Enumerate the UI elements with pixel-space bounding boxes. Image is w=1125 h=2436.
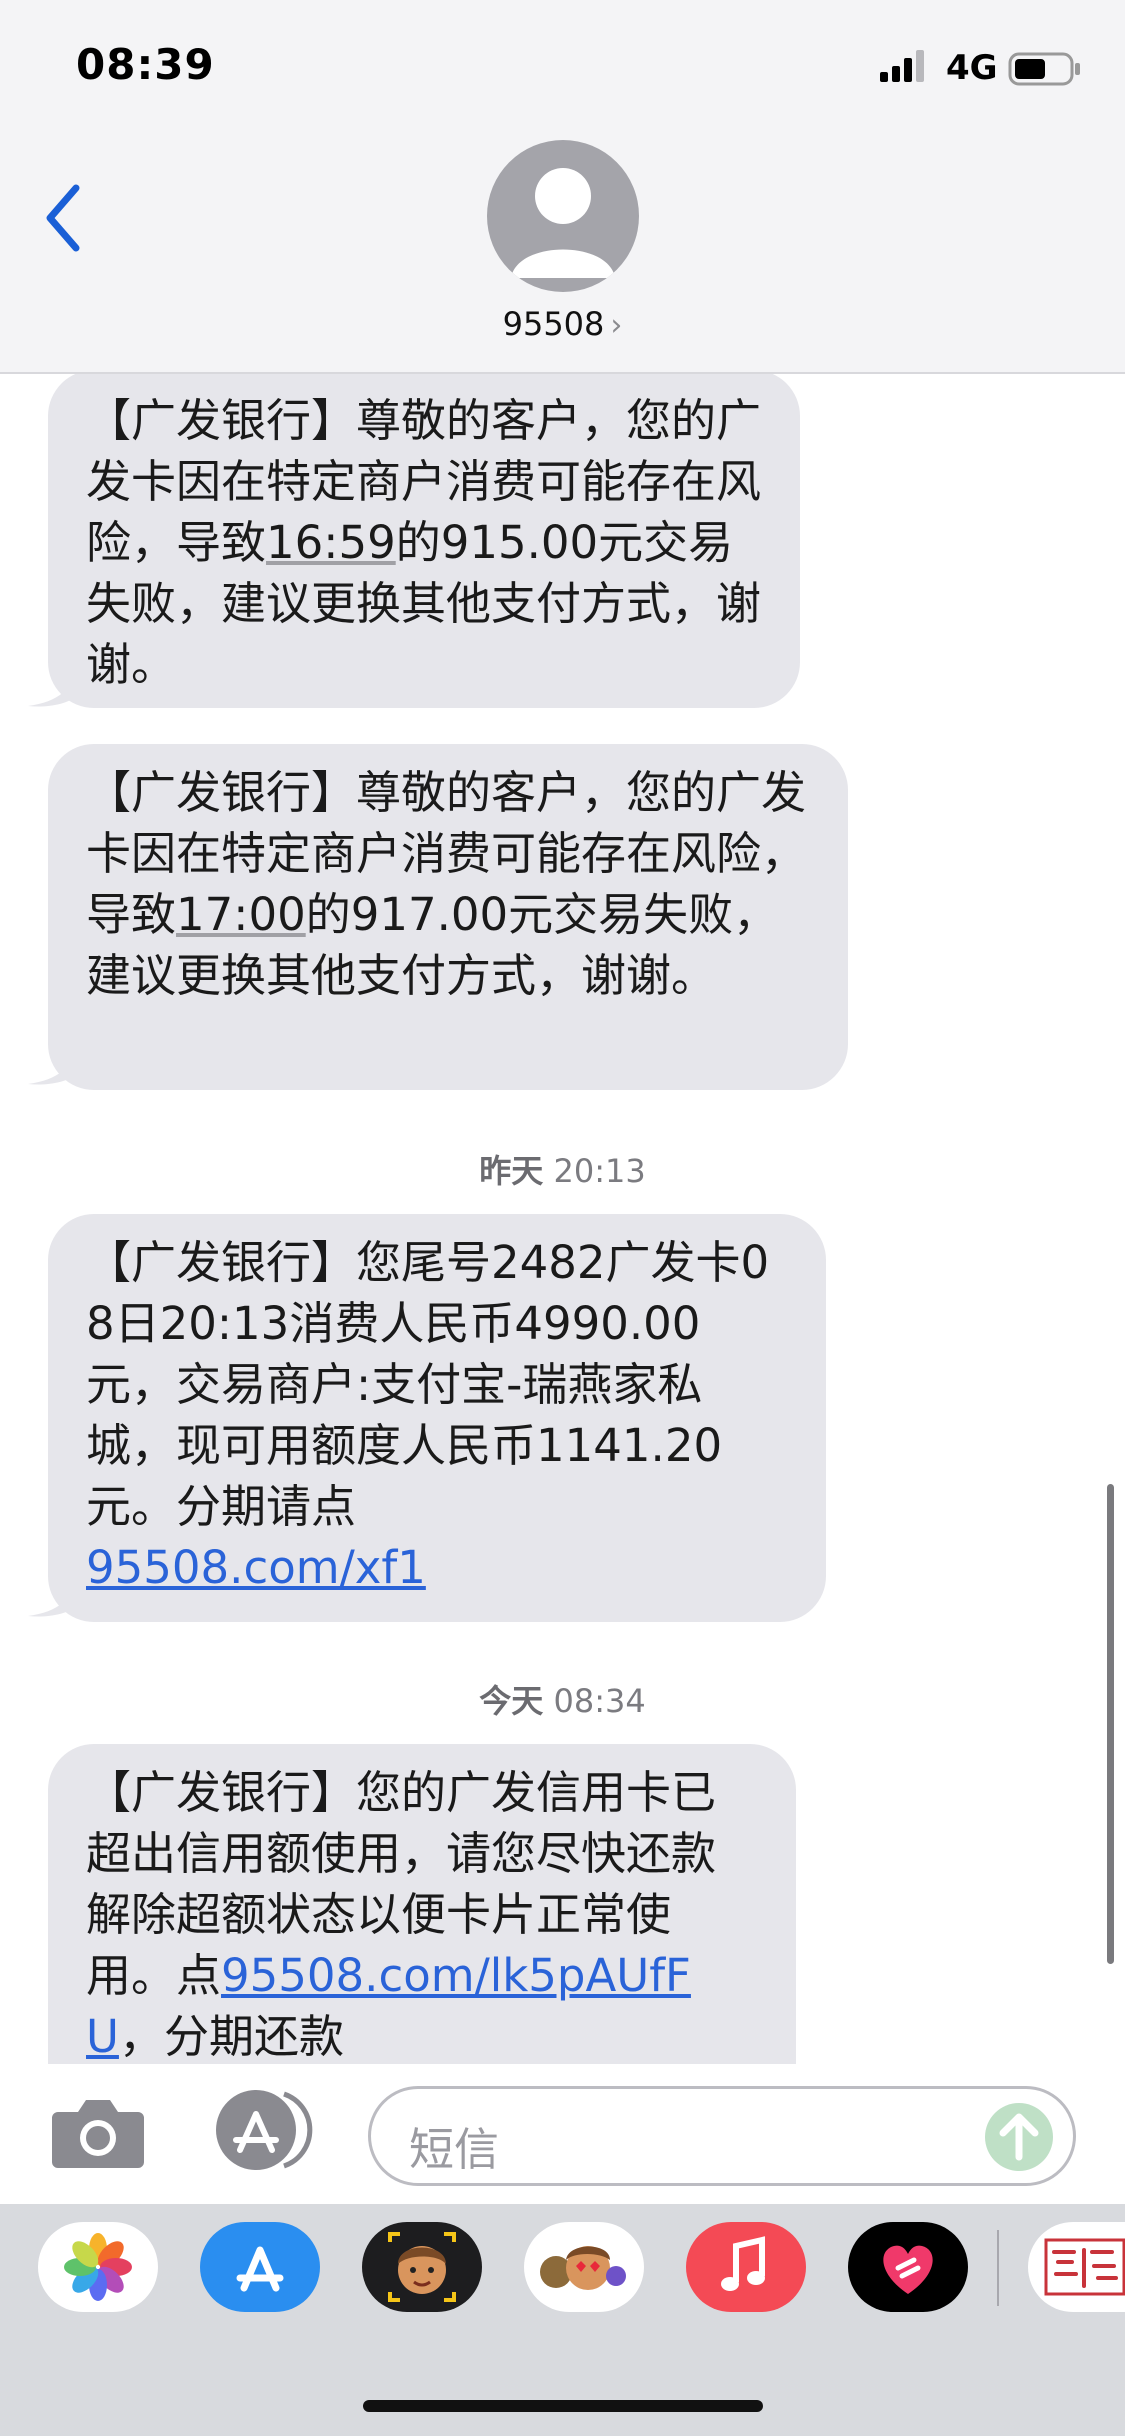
home-indicator[interactable] [363, 2400, 763, 2412]
compose-bar: 短信 [0, 2064, 1125, 2204]
contact-name[interactable]: 95508 › [0, 305, 1125, 343]
bubble-tail [28, 668, 76, 707]
status-bar: 08:39 4G [0, 0, 1125, 130]
signal-icon [880, 50, 924, 82]
memoji-stickers-icon[interactable] [524, 2222, 644, 2312]
scrollbar[interactable] [1107, 1484, 1114, 1964]
message-link[interactable]: 95508.com/xf1 [86, 1541, 426, 1594]
camera-icon[interactable] [50, 2094, 146, 2170]
person-icon [511, 168, 615, 278]
photos-icon[interactable] [38, 2222, 158, 2312]
app-store-button-icon[interactable] [210, 2088, 318, 2172]
timestamp-time: 08:34 [553, 1682, 646, 1720]
message-time-ref[interactable]: 17:00 [176, 888, 306, 941]
arrow-up-icon [999, 2113, 1039, 2161]
timestamp-day: 昨天 [479, 1152, 544, 1190]
message-bubble[interactable]: 【广发银行】尊敬的客户，您的广发卡因在特定商户消费可能存在风险，导致17:00的… [48, 744, 848, 1090]
memoji-icon[interactable] [362, 2222, 482, 2312]
app-drawer [0, 2204, 1125, 2436]
music-icon[interactable] [686, 2222, 806, 2312]
drawer-divider [997, 2230, 999, 2306]
message-bubble[interactable]: 【广发银行】您尾号2482广发卡08日20:13消费人民币4990.00元，交易… [48, 1214, 826, 1622]
battery-icon [1008, 52, 1080, 86]
app-store-icon[interactable] [200, 2222, 320, 2312]
message-input-placeholder: 短信 [409, 2123, 500, 2176]
status-time: 08:39 [76, 40, 215, 89]
contact-number: 95508 [502, 305, 605, 343]
digital-touch-icon[interactable] [848, 2222, 968, 2312]
message-input[interactable]: 短信 [368, 2086, 1076, 2186]
message-text: ，分期还款 [118, 2010, 344, 2063]
message-time-ref[interactable]: 16:59 [266, 516, 396, 569]
timestamp: 今天 08:34 [0, 1676, 1125, 1722]
chevron-right-icon: › [610, 308, 623, 343]
message-list[interactable]: 【广发银行】尊敬的客户，您的广发卡因在特定商户消费可能存在风险，导致16:59的… [0, 374, 1125, 2064]
contact-avatar[interactable] [487, 140, 639, 292]
bubble-tail [28, 1578, 76, 1617]
conversation-header: 95508 › [0, 130, 1125, 374]
timestamp: 昨天 20:13 [0, 1146, 1125, 1192]
bubble-tail [28, 1046, 76, 1085]
send-button[interactable] [985, 2103, 1053, 2171]
timestamp-time: 20:13 [553, 1152, 646, 1190]
message-bubble[interactable]: 【广发银行】您的广发信用卡已超出信用额使用，请您尽快还款解除超额状态以便卡片正常… [48, 1744, 796, 2064]
stamp-app-icon[interactable] [1028, 2222, 1125, 2312]
message-bubble[interactable]: 【广发银行】尊敬的客户，您的广发卡因在特定商户消费可能存在风险，导致16:59的… [48, 374, 800, 708]
timestamp-day: 今天 [479, 1682, 544, 1720]
message-text: 【广发银行】您尾号2482广发卡08日20:13消费人民币4990.00元，交易… [86, 1236, 770, 1533]
back-chevron-icon[interactable] [40, 180, 90, 256]
network-label: 4G [946, 48, 998, 88]
